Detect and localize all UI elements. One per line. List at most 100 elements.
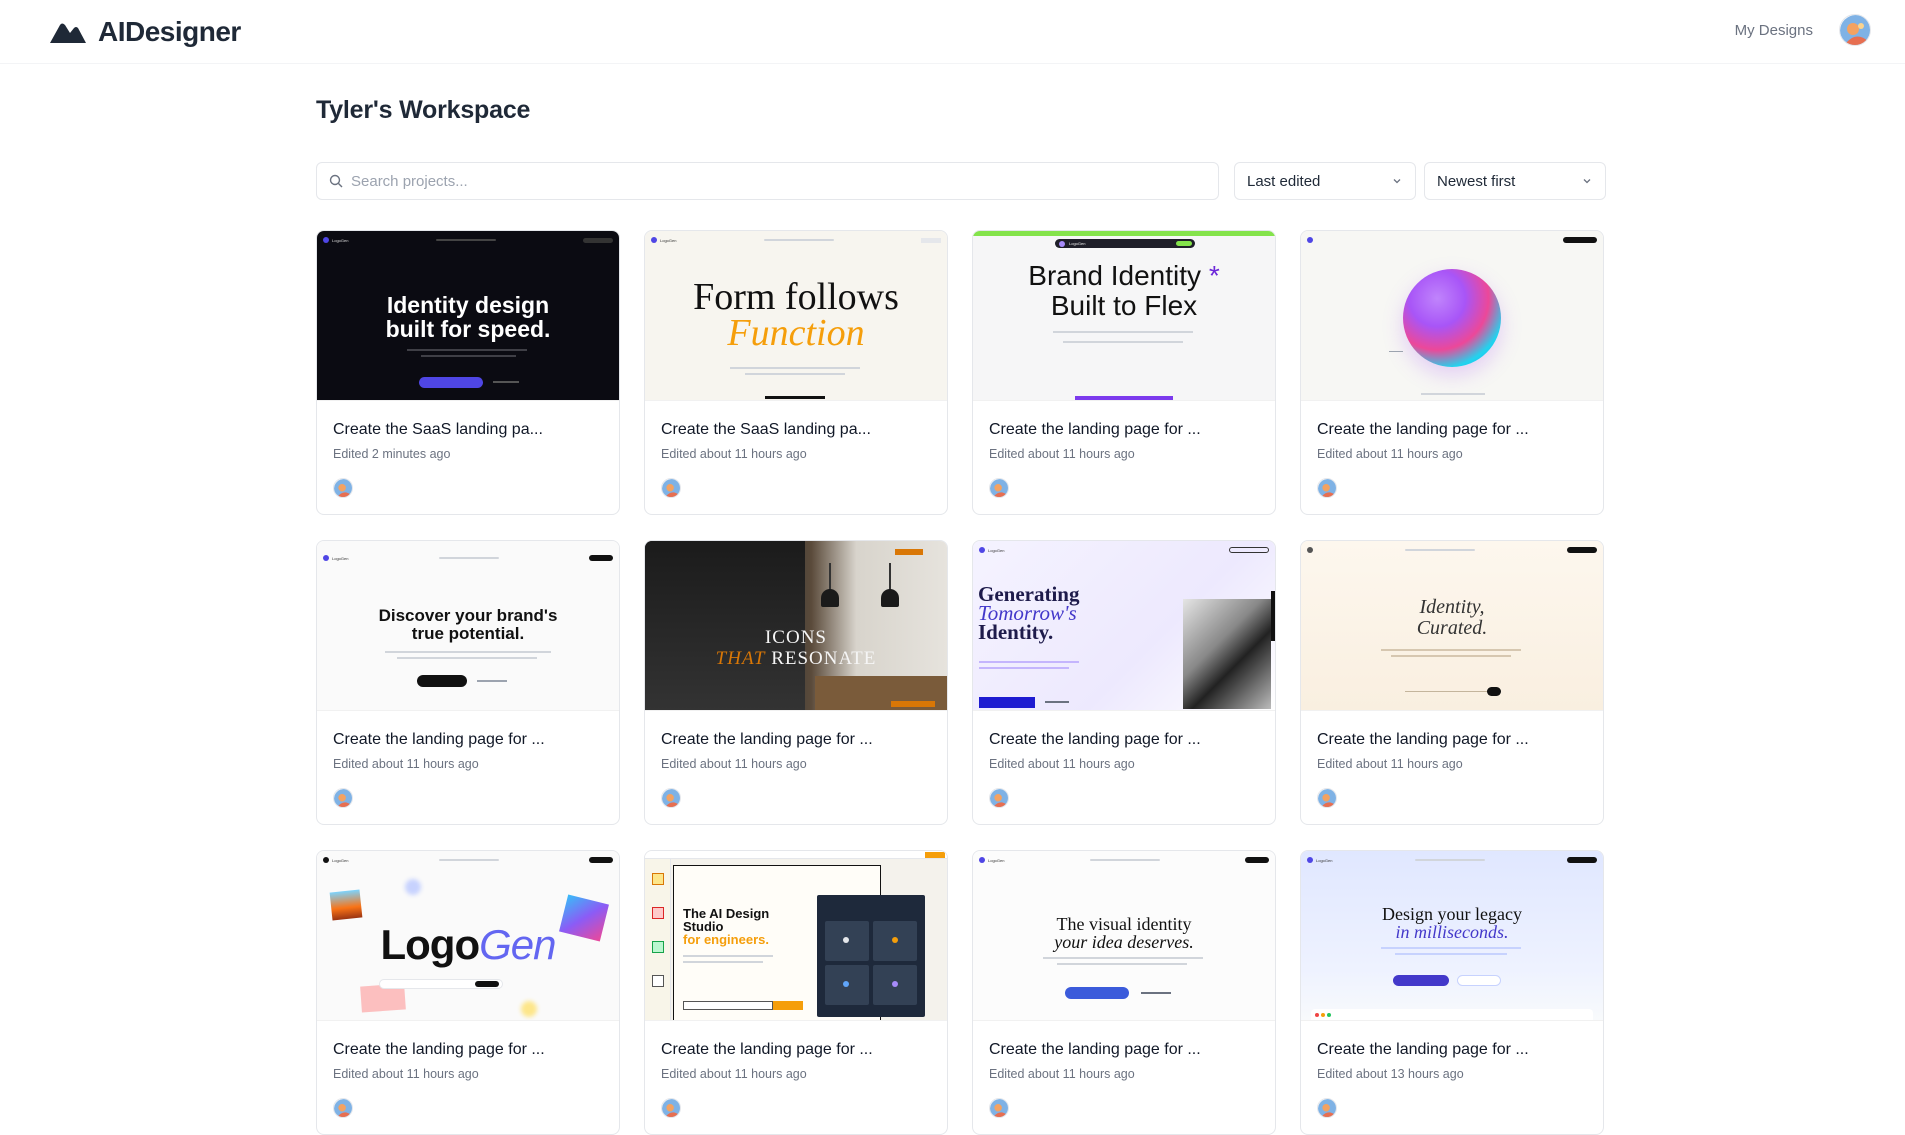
project-title: Create the SaaS landing pa... [661, 421, 871, 438]
project-thumbnail[interactable]: Identity, Curated. [1301, 541, 1603, 711]
thumb-headline: in milliseconds. [1395, 922, 1509, 942]
project-thumbnail[interactable]: LogoGen Identity design built for speed. [317, 231, 619, 401]
project-thumbnail[interactable]: LogoGen Form follows Function [645, 231, 947, 401]
owner-avatar [989, 1098, 1009, 1118]
my-designs-link[interactable]: My Designs [1735, 22, 1813, 39]
owner-avatar [1317, 1098, 1337, 1118]
thumb-brand: LogoGen [332, 555, 349, 561]
project-edited-time: Edited about 11 hours ago [1317, 447, 1463, 461]
thumb-headline: Identity design [386, 292, 550, 318]
project-thumbnail[interactable]: The AI Design Studio for engineers. [645, 851, 947, 1021]
brand[interactable]: AIDesigner [48, 16, 241, 48]
thumb-headline: built for speed. [385, 316, 551, 342]
thumb-brand: LogoGen [1069, 241, 1086, 246]
brand-name: AIDesigner [98, 16, 241, 47]
project-edited-time: Edited 2 minutes ago [333, 447, 451, 461]
thumb-headline: Gen [479, 921, 556, 968]
thumb-brand: LogoGen [1316, 857, 1333, 863]
thumb-headline: ICONS [764, 627, 827, 648]
project-card[interactable]: LogoGen Brand Identity * Built to Flex C… [972, 230, 1276, 515]
project-thumbnail[interactable]: LogoGen Brand Identity * Built to Flex [973, 231, 1275, 401]
owner-avatar [333, 788, 353, 808]
chevron-down-icon [1393, 179, 1401, 184]
project-edited-time: Edited about 11 hours ago [333, 757, 479, 771]
project-title: Create the SaaS landing pa... [333, 421, 543, 438]
sort-order-value: Newest first [1437, 172, 1516, 190]
thumb-brand: LogoGen [988, 547, 1005, 553]
project-thumbnail[interactable]: LogoGen LogoGen [317, 851, 619, 1021]
projects-grid: LogoGen Identity design built for speed.… [316, 230, 1606, 1135]
project-card[interactable]: LogoGen The visual identity your idea de… [972, 850, 1276, 1135]
search-icon [329, 174, 343, 188]
project-card[interactable]: LogoGen Generating Tomorrow's Identity. … [972, 540, 1276, 825]
owner-avatar [661, 478, 681, 498]
thumb-headline: Discover your brand's [378, 606, 558, 625]
project-title: Create the landing page for ... [1317, 1041, 1529, 1058]
project-title: Create the landing page for ... [661, 731, 873, 748]
top-bar: AIDesigner My Designs [0, 0, 1905, 64]
thumb-headline: your idea deserves. [1054, 932, 1194, 952]
thumb-headline: Identity, [1419, 596, 1485, 618]
project-thumbnail[interactable]: LogoGen The visual identity your idea de… [973, 851, 1275, 1021]
sculpture-image [1183, 599, 1271, 709]
chevron-down-icon [1583, 179, 1591, 184]
project-card[interactable]: LogoGen Design your legacy in millisecon… [1300, 850, 1604, 1135]
project-title: Create the landing page for ... [333, 731, 545, 748]
project-thumbnail[interactable]: LogoGen Generating Tomorrow's Identity. [973, 541, 1275, 711]
owner-avatar [661, 788, 681, 808]
orb-graphic [1403, 269, 1501, 367]
filter-controls: Last edited Newest first [316, 162, 1606, 200]
owner-avatar [333, 478, 353, 498]
thumb-brand: LogoGen [332, 237, 349, 243]
owner-avatar [989, 788, 1009, 808]
user-avatar[interactable] [1839, 14, 1871, 46]
project-title: Create the landing page for ... [989, 421, 1201, 438]
project-card[interactable]: Identity, Curated. Create the landing pa… [1300, 540, 1604, 825]
project-title: Create the landing page for ... [989, 731, 1201, 748]
project-title: Create the landing page for ... [661, 1041, 873, 1058]
page-title: Tyler's Workspace [316, 96, 531, 124]
project-edited-time: Edited about 11 hours ago [661, 447, 807, 461]
project-thumbnail[interactable]: LogoGen Design your legacy in millisecon… [1301, 851, 1603, 1021]
thumb-brand: LogoGen [660, 237, 677, 243]
project-card[interactable]: Create the landing page for ... Edited a… [1300, 230, 1604, 515]
project-title: Create the landing page for ... [333, 1041, 545, 1058]
thumb-headline: Brand Identity * [1028, 260, 1220, 291]
search-box[interactable] [316, 162, 1219, 200]
header-nav: My Designs [1735, 14, 1871, 46]
project-thumbnail[interactable]: LogoGen Discover your brand's true poten… [317, 541, 619, 711]
project-card[interactable]: LogoGen Identity design built for speed.… [316, 230, 620, 515]
project-thumbnail[interactable]: ICONS THAT RESONATE [645, 541, 947, 711]
project-title: Create the landing page for ... [1317, 421, 1529, 438]
project-card[interactable]: The AI Design Studio for engineers. Crea… [644, 850, 948, 1135]
project-card[interactable]: LogoGen Form follows Function Create the… [644, 230, 948, 515]
thumb-brand: LogoGen [332, 857, 349, 863]
thumb-headline: Design your legacy [1382, 904, 1522, 924]
project-card[interactable]: LogoGen LogoGen Create the landing page … [316, 850, 620, 1135]
search-input[interactable] [351, 172, 1191, 190]
aidesigner-logo-icon [50, 23, 86, 43]
thumb-headline: for engineers. [683, 932, 769, 947]
thumb-headline: Built to Flex [1050, 290, 1198, 321]
owner-avatar [333, 1098, 353, 1118]
thumb-brand: LogoGen [988, 857, 1005, 863]
project-edited-time: Edited about 11 hours ago [661, 757, 807, 771]
project-edited-time: Edited about 11 hours ago [1317, 757, 1463, 771]
thumb-headline: The visual identity [1056, 914, 1192, 934]
project-edited-time: Edited about 11 hours ago [989, 447, 1135, 461]
project-card[interactable]: ICONS THAT RESONATE Create the landing p… [644, 540, 948, 825]
thumb-headline: true potential. [411, 624, 525, 643]
sort-order-select[interactable]: Newest first [1424, 162, 1606, 200]
sort-field-select[interactable]: Last edited [1234, 162, 1416, 200]
project-thumbnail[interactable] [1301, 231, 1603, 401]
owner-avatar [1317, 788, 1337, 808]
thumb-headline: Form follows [693, 276, 899, 318]
owner-avatar [1317, 478, 1337, 498]
owner-avatar [989, 478, 1009, 498]
owner-avatar [661, 1098, 681, 1118]
thumb-headline: THAT RESONATE [715, 648, 877, 669]
main-content: Tyler's Workspace Last edited Newest fir… [316, 96, 1606, 1135]
project-card[interactable]: LogoGen Discover your brand's true poten… [316, 540, 620, 825]
project-title: Create the landing page for ... [1317, 731, 1529, 748]
sort-field-value: Last edited [1247, 172, 1321, 190]
